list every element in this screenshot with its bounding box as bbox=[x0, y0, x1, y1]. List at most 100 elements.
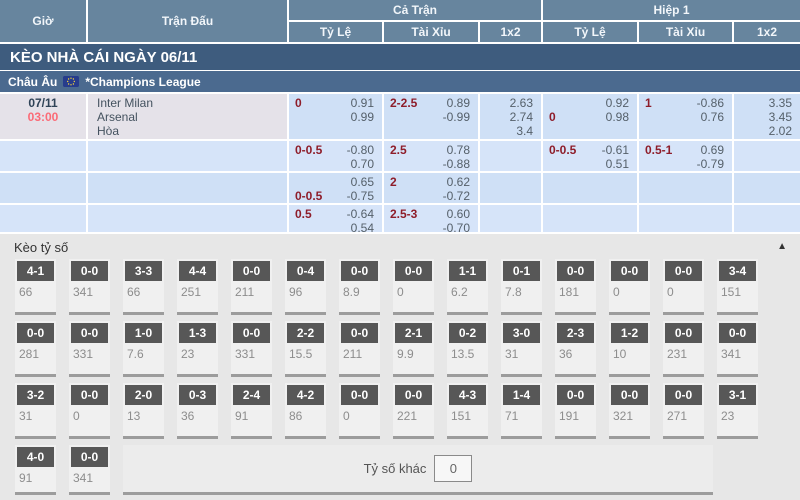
full-time-overunder-cell[interactable]: 2.50.78-0.88 bbox=[384, 141, 478, 171]
score-box[interactable]: 0-0281 bbox=[15, 321, 56, 377]
score-box[interactable]: 0-213.5 bbox=[447, 321, 488, 377]
full-time-1x2-cell[interactable] bbox=[480, 205, 541, 232]
score-odds: 36 bbox=[555, 343, 596, 361]
odds-value: 3.4 bbox=[480, 124, 541, 138]
score-box[interactable]: 4-091 bbox=[15, 445, 56, 495]
score-box[interactable]: 2-215.5 bbox=[285, 321, 326, 377]
first-half-1x2-cell[interactable]: 3.353.452.02 bbox=[734, 94, 800, 139]
score-box[interactable]: 0-17.8 bbox=[501, 259, 542, 315]
score-box[interactable]: 3-4151 bbox=[717, 259, 758, 315]
first-half-1x2-cell[interactable] bbox=[734, 141, 800, 171]
score-box[interactable]: 0-00 bbox=[393, 259, 434, 315]
first-half-overunder-cell[interactable]: 0.5-10.69-0.79 bbox=[639, 141, 732, 171]
full-time-handicap-cell[interactable]: 0-0.5-0.800.70 bbox=[289, 141, 382, 171]
score-label: 0-3 bbox=[179, 385, 216, 405]
score-box[interactable]: 0-0321 bbox=[609, 383, 650, 439]
odds-value: 0.54 bbox=[351, 221, 374, 232]
odds-table-header: Giờ Trận Đấu Cả Trận Hiệp 1 Tỷ Lệ Tài Xỉ… bbox=[0, 0, 800, 42]
handicap-line: 0 bbox=[295, 96, 302, 110]
full-time-handicap-cell[interactable]: 0.650-0.5-0.75 bbox=[289, 173, 382, 203]
first-half-handicap-cell[interactable] bbox=[543, 205, 637, 232]
score-box[interactable]: 0-336 bbox=[177, 383, 218, 439]
collapse-chevron-up-icon[interactable]: ▲ bbox=[777, 241, 787, 252]
first-half-handicap-cell[interactable] bbox=[543, 173, 637, 203]
score-box[interactable]: 3-123 bbox=[717, 383, 758, 439]
first-half-overunder-cell[interactable] bbox=[639, 173, 732, 203]
first-half-1x2-cell[interactable] bbox=[734, 173, 800, 203]
match-teams-cell bbox=[88, 141, 287, 171]
score-label: 3-2 bbox=[17, 385, 54, 405]
score-box[interactable]: 0-00 bbox=[339, 383, 380, 439]
score-box[interactable]: 0-0231 bbox=[663, 321, 704, 377]
match-teams-cell[interactable]: Inter MilanArsenalHòa bbox=[88, 94, 287, 139]
score-box[interactable]: 0-0341 bbox=[69, 259, 110, 315]
score-box[interactable]: 2-336 bbox=[555, 321, 596, 377]
score-box[interactable]: 4-3151 bbox=[447, 383, 488, 439]
score-odds: 86 bbox=[285, 405, 326, 423]
handicap-line: 2-2.5 bbox=[390, 96, 417, 110]
score-box[interactable]: 3-031 bbox=[501, 321, 542, 377]
full-time-handicap-cell[interactable]: 0.5-0.640.54 bbox=[289, 205, 382, 232]
first-half-handicap-cell[interactable]: 0-0.5-0.610.51 bbox=[543, 141, 637, 171]
score-box[interactable]: 0-00 bbox=[69, 383, 110, 439]
score-odds: 331 bbox=[69, 343, 110, 361]
score-label: 4-3 bbox=[449, 385, 486, 405]
score-box[interactable]: 0-00 bbox=[663, 259, 704, 315]
score-box[interactable]: 1-471 bbox=[501, 383, 542, 439]
score-box[interactable]: 0-0271 bbox=[663, 383, 704, 439]
score-box[interactable]: 2-491 bbox=[231, 383, 272, 439]
league-region: Châu Âu bbox=[8, 75, 57, 89]
score-odds: 181 bbox=[555, 281, 596, 299]
score-odds: 341 bbox=[717, 343, 758, 361]
full-time-overunder-cell[interactable]: 20.62-0.72 bbox=[384, 173, 478, 203]
score-box[interactable]: 0-496 bbox=[285, 259, 326, 315]
score-box[interactable]: 0-0191 bbox=[555, 383, 596, 439]
score-box[interactable]: 1-07.6 bbox=[123, 321, 164, 377]
score-odds: 281 bbox=[15, 343, 56, 361]
odds-value: -0.72 bbox=[443, 189, 470, 203]
score-box[interactable]: 1-323 bbox=[177, 321, 218, 377]
score-box[interactable]: 4-4251 bbox=[177, 259, 218, 315]
full-time-overunder-cell[interactable]: 2-2.50.89-0.99 bbox=[384, 94, 478, 139]
score-label: 0-0 bbox=[719, 323, 756, 343]
full-time-handicap-cell[interactable]: 00.910.99 bbox=[289, 94, 382, 139]
score-box[interactable]: 0-00 bbox=[609, 259, 650, 315]
first-half-overunder-cell[interactable]: 1-0.860.76 bbox=[639, 94, 732, 139]
odds-value: 0.60 bbox=[447, 207, 470, 221]
score-box[interactable]: 0-08.9 bbox=[339, 259, 380, 315]
odds-value: -0.61 bbox=[602, 143, 629, 157]
other-score-input[interactable] bbox=[434, 455, 472, 482]
odds-value: 2.74 bbox=[480, 110, 541, 124]
score-box[interactable]: 0-0331 bbox=[231, 321, 272, 377]
full-time-1x2-cell[interactable]: 2.632.743.4 bbox=[480, 94, 541, 139]
column-group-first-half: Hiệp 1 bbox=[543, 0, 800, 20]
score-box[interactable]: 0-0341 bbox=[69, 445, 110, 495]
league-header[interactable]: Châu Âu *Champions League bbox=[0, 71, 800, 92]
match-time: 03:00 bbox=[0, 110, 86, 124]
score-box[interactable]: 2-19.9 bbox=[393, 321, 434, 377]
score-box[interactable]: 0-0221 bbox=[393, 383, 434, 439]
first-half-1x2-cell[interactable] bbox=[734, 205, 800, 232]
score-box[interactable]: 3-366 bbox=[123, 259, 164, 315]
correct-score-header[interactable]: Kèo tỷ số ▲ bbox=[0, 234, 800, 259]
score-box[interactable]: 0-0181 bbox=[555, 259, 596, 315]
score-box[interactable]: 3-231 bbox=[15, 383, 56, 439]
score-box[interactable]: 1-16.2 bbox=[447, 259, 488, 315]
match-time-cell bbox=[0, 173, 86, 203]
score-box[interactable]: 0-0211 bbox=[339, 321, 380, 377]
odds-value: 0.89 bbox=[447, 96, 470, 110]
score-box[interactable]: 1-210 bbox=[609, 321, 650, 377]
first-half-overunder-cell[interactable] bbox=[639, 205, 732, 232]
score-odds: 211 bbox=[231, 281, 272, 299]
full-time-overunder-cell[interactable]: 2.5-30.60-0.70 bbox=[384, 205, 478, 232]
full-time-1x2-cell[interactable] bbox=[480, 173, 541, 203]
score-box[interactable]: 2-013 bbox=[123, 383, 164, 439]
full-time-1x2-cell[interactable] bbox=[480, 141, 541, 171]
score-box[interactable]: 0-0211 bbox=[231, 259, 272, 315]
score-label: 0-0 bbox=[233, 261, 270, 281]
score-box[interactable]: 4-286 bbox=[285, 383, 326, 439]
first-half-handicap-cell[interactable]: 0.9200.98 bbox=[543, 94, 637, 139]
score-box[interactable]: 0-0331 bbox=[69, 321, 110, 377]
score-box[interactable]: 0-0341 bbox=[717, 321, 758, 377]
score-box[interactable]: 4-166 bbox=[15, 259, 56, 315]
